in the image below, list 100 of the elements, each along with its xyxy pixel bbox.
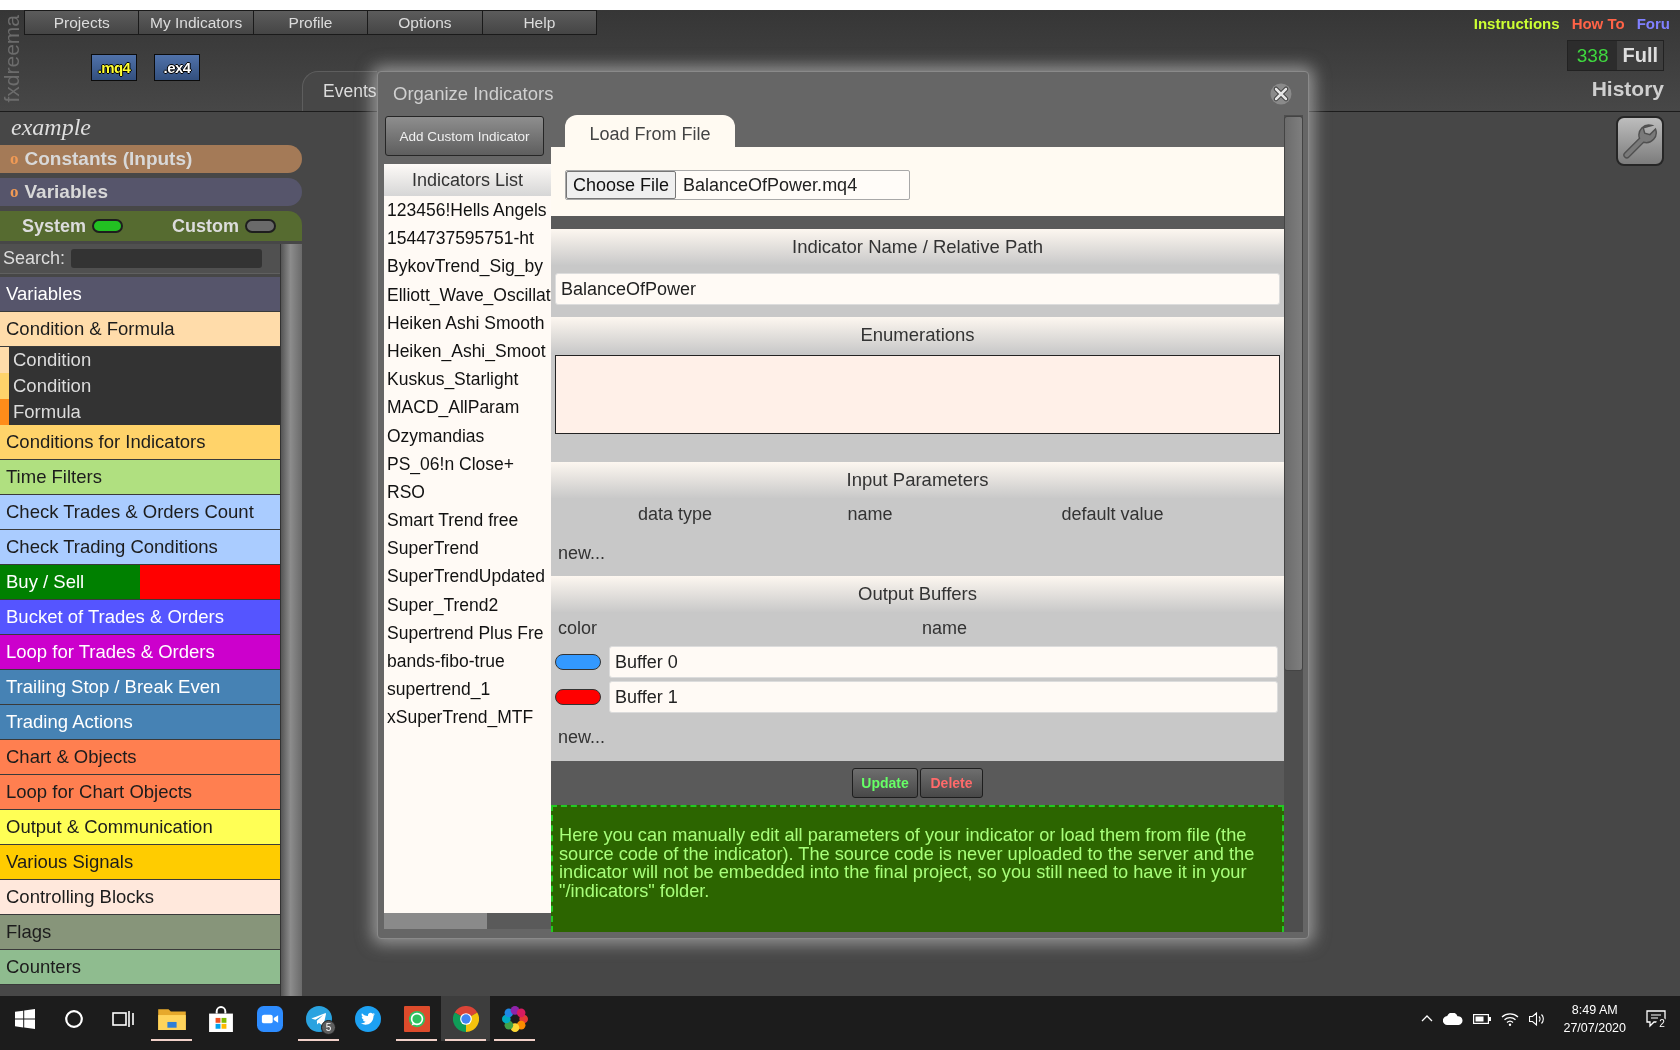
speaker-icon[interactable]: [1529, 1011, 1546, 1026]
list-item[interactable]: Super_Trend2: [384, 590, 551, 619]
sidebar-item[interactable]: Loop for Chart Objects: [0, 775, 280, 810]
workspace-tab[interactable]: Events: [302, 71, 377, 111]
text-input[interactable]: Buffer 1: [609, 681, 1278, 713]
section-heading: Indicator Name / Relative Path: [551, 229, 1284, 265]
list-item[interactable]: Smart Trend free: [384, 506, 551, 535]
sidebar-subitem[interactable]: Formula: [0, 399, 280, 425]
folder-icon: [157, 1007, 186, 1030]
list-item[interactable]: xSuperTrend_MTF: [384, 703, 551, 732]
notifications-button[interactable]: 2: [1646, 1009, 1666, 1028]
tools-button[interactable]: [1616, 116, 1664, 166]
export-button[interactable]: .mq4: [91, 54, 137, 81]
sidebar-item[interactable]: Counters: [0, 950, 280, 985]
menu-tab[interactable]: My Indicators: [139, 10, 254, 35]
vertical-scrollbar[interactable]: [1284, 115, 1303, 932]
list-item[interactable]: Elliott_Wave_Oscillat: [384, 280, 551, 309]
swatch-icon[interactable]: [555, 654, 601, 670]
export-button[interactable]: .ex4: [154, 54, 200, 81]
sidebar-item[interactable]: Condition & Formula: [0, 312, 280, 347]
sidebar-item[interactable]: Check Trades & Orders Count: [0, 495, 280, 530]
sidebar-item[interactable]: Flags: [0, 915, 280, 950]
list-item[interactable]: Ozymandias: [384, 421, 551, 450]
sidebar-item[interactable]: Bucket of Trades & Orders: [0, 600, 280, 635]
close-icon: [1270, 82, 1292, 105]
column-header: color: [557, 617, 598, 639]
text-input[interactable]: Buffer 0: [609, 646, 1278, 678]
menu-tab[interactable]: Profile: [253, 10, 369, 35]
filter-label: System: [22, 215, 87, 237]
list-item[interactable]: SuperTrend: [384, 534, 551, 563]
sidebar-item[interactable]: Variables: [0, 277, 280, 312]
sidebar-item[interactable]: Controlling Blocks: [0, 880, 280, 915]
scrollbar-thumb[interactable]: [1284, 116, 1303, 671]
wifi-icon[interactable]: [1501, 1011, 1520, 1026]
sidebar-item[interactable]: Output & Communication: [0, 810, 280, 845]
file-name: BalanceOfPower.mq4: [682, 174, 858, 196]
sidebar-scrollbar[interactable]: [280, 244, 302, 996]
clock-time[interactable]: 8:49 AM: [1571, 1000, 1618, 1019]
menu-tab[interactable]: Help: [482, 10, 598, 35]
cloud-icon[interactable]: [1443, 1012, 1464, 1025]
sidebar-item[interactable]: Trading Actions: [0, 705, 280, 740]
sidebar-subitem[interactable]: Condition: [0, 347, 280, 373]
tab[interactable]: Load From File: [565, 115, 735, 147]
horizontal-scrollbar[interactable]: [384, 913, 551, 929]
text-area[interactable]: [555, 355, 1280, 434]
column-header: name: [921, 617, 968, 639]
list-item[interactable]: MACD_AllParam: [384, 393, 551, 422]
chat-bubble-icon: [403, 1005, 430, 1032]
scrollbar-thumb[interactable]: [384, 913, 487, 929]
sidebar-item[interactable]: Time Filters: [0, 460, 280, 495]
choose-file-button[interactable]: Choose File: [566, 171, 677, 199]
task-view-icon: [111, 1009, 134, 1028]
battery-icon[interactable]: [1473, 1013, 1492, 1024]
list-item[interactable]: PS_06!n Close+: [384, 449, 551, 478]
header-link[interactable]: How To: [1571, 15, 1625, 32]
sidebar-subitem[interactable]: Condition: [0, 373, 280, 399]
history-link[interactable]: History: [1591, 77, 1664, 101]
header-link[interactable]: Foru: [1636, 15, 1670, 32]
menu-tab[interactable]: Projects: [24, 10, 140, 35]
section-header[interactable]: o Variables: [0, 178, 302, 206]
toggle-switch[interactable]: [245, 219, 277, 233]
list-item[interactable]: RSO: [384, 477, 551, 507]
list-item[interactable]: Kuskus_Starlight: [384, 365, 551, 394]
close-button[interactable]: [1270, 82, 1292, 105]
section-marker: o: [10, 149, 19, 169]
list-item[interactable]: SuperTrendUpdated: [384, 562, 551, 591]
swatch-icon[interactable]: [555, 689, 601, 705]
text-input[interactable]: BalanceOfPower: [555, 273, 1280, 305]
list-item[interactable]: BykovTrend_Sig_by: [384, 252, 551, 281]
sidebar-item[interactable]: Conditions for Indicators: [0, 425, 280, 460]
sidebar-item[interactable]: Buy / Sell: [0, 565, 280, 600]
new-link[interactable]: new...: [558, 543, 606, 563]
info-text: Here you can manually edit all parameters of your indicator or load them from file (the source code of the indicator). The source code is never uploaded to the server and the indicator will not be embedded into the final project, so you still need to have it in your "/indicators" folder.: [559, 826, 1256, 901]
caret-up-icon[interactable]: [1421, 1015, 1434, 1022]
sidebar-item[interactable]: Chart & Objects: [0, 740, 280, 775]
list-item[interactable]: bands-fibo-true: [384, 647, 551, 676]
list-item[interactable]: Heiken Ashi Smooth: [384, 308, 551, 337]
video-camera-icon: [256, 1005, 283, 1032]
list-item[interactable]: 1544737595751-ht: [384, 224, 551, 253]
file-input[interactable]: Choose File BalanceOfPower.mq4: [565, 170, 910, 200]
new-link[interactable]: new...: [558, 727, 606, 747]
menu-tab[interactable]: Options: [368, 10, 483, 35]
section-title: Variables: [24, 181, 108, 203]
sidebar-item[interactable]: Check Trading Conditions: [0, 530, 280, 565]
sidebar-item[interactable]: Various Signals: [0, 845, 280, 880]
sidebar-item[interactable]: Trailing Stop / Break Even: [0, 670, 280, 705]
list-item[interactable]: supertrend_1: [384, 675, 551, 704]
list-item[interactable]: Supertrend Plus Fre: [384, 618, 551, 647]
update-button[interactable]: Update: [852, 768, 918, 798]
add-indicator-button[interactable]: Add Custom Indicator: [385, 116, 544, 156]
taskbar-button[interactable]: [441, 996, 490, 1041]
sidebar-item[interactable]: Loop for Trades & Orders: [0, 635, 280, 670]
toggle-switch[interactable]: [92, 219, 124, 233]
list-item[interactable]: Heiken_Ashi_Smoot: [384, 336, 551, 366]
clock-date[interactable]: 27/07/2020: [1563, 1018, 1626, 1037]
section-heading: Enumerations: [551, 317, 1284, 353]
search-field[interactable]: [71, 249, 263, 268]
header-link[interactable]: Instructions: [1473, 15, 1560, 32]
taskbar-button[interactable]: 5: [294, 996, 343, 1041]
list-item[interactable]: 123456!Hells Angels: [384, 196, 551, 225]
